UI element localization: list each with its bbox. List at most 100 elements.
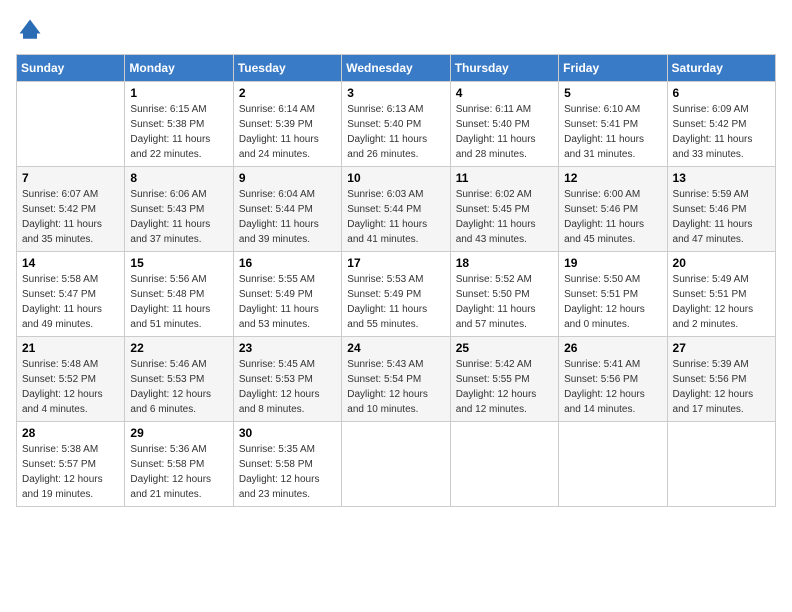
calendar-cell: 29 Sunrise: 5:36 AMSunset: 5:58 PMDayligh… (125, 422, 233, 507)
day-info: Sunrise: 6:06 AMSunset: 5:43 PMDaylight:… (130, 187, 227, 247)
day-of-week-header: Saturday (667, 55, 775, 82)
day-info: Sunrise: 5:59 AMSunset: 5:46 PMDaylight:… (673, 187, 770, 247)
day-number: 6 (673, 86, 770, 100)
day-info: Sunrise: 6:10 AMSunset: 5:41 PMDaylight:… (564, 102, 661, 162)
day-number: 2 (239, 86, 336, 100)
day-number: 10 (347, 171, 444, 185)
day-of-week-header: Tuesday (233, 55, 341, 82)
day-info: Sunrise: 5:50 AMSunset: 5:51 PMDaylight:… (564, 272, 661, 332)
day-info: Sunrise: 5:52 AMSunset: 5:50 PMDaylight:… (456, 272, 553, 332)
day-number: 3 (347, 86, 444, 100)
day-number: 27 (673, 341, 770, 355)
day-info: Sunrise: 5:56 AMSunset: 5:48 PMDaylight:… (130, 272, 227, 332)
day-of-week-header: Sunday (17, 55, 125, 82)
day-number: 9 (239, 171, 336, 185)
day-number: 24 (347, 341, 444, 355)
day-info: Sunrise: 5:35 AMSunset: 5:58 PMDaylight:… (239, 442, 336, 502)
calendar-cell: 26Sunrise: 5:41 AMSunset: 5:56 PMDayligh… (559, 337, 667, 422)
day-of-week-header: Monday (125, 55, 233, 82)
calendar-cell: 23 Sunrise: 5:45 AMSunset: 5:53 PMDayligh… (233, 337, 341, 422)
calendar-cell (342, 422, 450, 507)
day-number: 13 (673, 171, 770, 185)
day-info: Sunrise: 5:58 AMSunset: 5:47 PMDaylight:… (22, 272, 119, 332)
day-number: 16 (239, 256, 336, 270)
day-info: Sunrise: 5:45 AMSunset: 5:53 PMDaylight:… (239, 357, 336, 417)
day-info: Sunrise: 5:36 AMSunset: 5:58 PMDaylight:… (130, 442, 227, 502)
calendar-cell (450, 422, 558, 507)
day-info: Sunrise: 6:13 AMSunset: 5:40 PMDaylight:… (347, 102, 444, 162)
day-info: Sunrise: 5:39 AMSunset: 5:56 PMDaylight:… (673, 357, 770, 417)
calendar-cell: 8 Sunrise: 6:06 AMSunset: 5:43 PMDaylight… (125, 167, 233, 252)
calendar-cell: 11Sunrise: 6:02 AMSunset: 5:45 PMDayligh… (450, 167, 558, 252)
calendar-cell: 21 Sunrise: 5:48 AMSunset: 5:52 PMDayligh… (17, 337, 125, 422)
day-number: 18 (456, 256, 553, 270)
calendar-cell: 7Sunrise: 6:07 AMSunset: 5:42 PMDaylight… (17, 167, 125, 252)
day-number: 25 (456, 341, 553, 355)
calendar-cell: 25 Sunrise: 5:42 AMSunset: 5:55 PMDayligh… (450, 337, 558, 422)
logo (16, 16, 48, 44)
day-number: 30 (239, 426, 336, 440)
day-number: 22 (130, 341, 227, 355)
day-number: 21 (22, 341, 119, 355)
calendar-week-row: 1Sunrise: 6:15 AMSunset: 5:38 PMDaylight… (17, 82, 776, 167)
day-number: 29 (130, 426, 227, 440)
day-number: 4 (456, 86, 553, 100)
day-info: Sunrise: 5:46 AMSunset: 5:53 PMDaylight:… (130, 357, 227, 417)
day-info: Sunrise: 6:04 AMSunset: 5:44 PMDaylight:… (239, 187, 336, 247)
day-info: Sunrise: 5:48 AMSunset: 5:52 PMDaylight:… (22, 357, 119, 417)
day-number: 15 (130, 256, 227, 270)
calendar-cell: 9 Sunrise: 6:04 AMSunset: 5:44 PMDaylight… (233, 167, 341, 252)
calendar-cell: 3 Sunrise: 6:13 AMSunset: 5:40 PMDaylight… (342, 82, 450, 167)
calendar-cell: 20Sunrise: 5:49 AMSunset: 5:51 PMDayligh… (667, 252, 775, 337)
calendar-week-row: 21 Sunrise: 5:48 AMSunset: 5:52 PMDayligh… (17, 337, 776, 422)
calendar-cell: 16 Sunrise: 5:55 AMSunset: 5:49 PMDayligh… (233, 252, 341, 337)
day-info: Sunrise: 6:15 AMSunset: 5:38 PMDaylight:… (130, 102, 227, 162)
calendar-cell: 22 Sunrise: 5:46 AMSunset: 5:53 PMDayligh… (125, 337, 233, 422)
day-info: Sunrise: 6:03 AMSunset: 5:44 PMDaylight:… (347, 187, 444, 247)
day-number: 5 (564, 86, 661, 100)
day-info: Sunrise: 5:53 AMSunset: 5:49 PMDaylight:… (347, 272, 444, 332)
day-number: 14 (22, 256, 119, 270)
page-header (16, 16, 776, 44)
calendar-cell: 18 Sunrise: 5:52 AMSunset: 5:50 PMDayligh… (450, 252, 558, 337)
day-of-week-header: Wednesday (342, 55, 450, 82)
day-number: 23 (239, 341, 336, 355)
logo-icon (16, 16, 44, 44)
calendar-week-row: 7Sunrise: 6:07 AMSunset: 5:42 PMDaylight… (17, 167, 776, 252)
calendar-cell: 10 Sunrise: 6:03 AMSunset: 5:44 PMDayligh… (342, 167, 450, 252)
day-info: Sunrise: 5:42 AMSunset: 5:55 PMDaylight:… (456, 357, 553, 417)
day-number: 17 (347, 256, 444, 270)
day-info: Sunrise: 6:00 AMSunset: 5:46 PMDaylight:… (564, 187, 661, 247)
calendar-cell: 30 Sunrise: 5:35 AMSunset: 5:58 PMDayligh… (233, 422, 341, 507)
calendar-week-row: 28 Sunrise: 5:38 AMSunset: 5:57 PMDayligh… (17, 422, 776, 507)
calendar-cell: 1Sunrise: 6:15 AMSunset: 5:38 PMDaylight… (125, 82, 233, 167)
calendar-cell: 14 Sunrise: 5:58 AMSunset: 5:47 PMDayligh… (17, 252, 125, 337)
day-of-week-header: Thursday (450, 55, 558, 82)
day-number: 12 (564, 171, 661, 185)
calendar-body: 1Sunrise: 6:15 AMSunset: 5:38 PMDaylight… (17, 82, 776, 507)
day-number: 8 (130, 171, 227, 185)
calendar-table: SundayMondayTuesdayWednesdayThursdayFrid… (16, 54, 776, 507)
calendar-header-row: SundayMondayTuesdayWednesdayThursdayFrid… (17, 55, 776, 82)
calendar-cell (559, 422, 667, 507)
day-info: Sunrise: 5:41 AMSunset: 5:56 PMDaylight:… (564, 357, 661, 417)
day-info: Sunrise: 5:49 AMSunset: 5:51 PMDaylight:… (673, 272, 770, 332)
calendar-cell: 2Sunrise: 6:14 AMSunset: 5:39 PMDaylight… (233, 82, 341, 167)
day-info: Sunrise: 5:38 AMSunset: 5:57 PMDaylight:… (22, 442, 119, 502)
day-info: Sunrise: 5:43 AMSunset: 5:54 PMDaylight:… (347, 357, 444, 417)
calendar-cell: 13 Sunrise: 5:59 AMSunset: 5:46 PMDayligh… (667, 167, 775, 252)
day-number: 11 (456, 171, 553, 185)
calendar-cell: 24 Sunrise: 5:43 AMSunset: 5:54 PMDayligh… (342, 337, 450, 422)
day-of-week-header: Friday (559, 55, 667, 82)
day-number: 19 (564, 256, 661, 270)
calendar-cell: 17 Sunrise: 5:53 AMSunset: 5:49 PMDayligh… (342, 252, 450, 337)
calendar-cell: 15 Sunrise: 5:56 AMSunset: 5:48 PMDayligh… (125, 252, 233, 337)
day-info: Sunrise: 5:55 AMSunset: 5:49 PMDaylight:… (239, 272, 336, 332)
day-number: 7 (22, 171, 119, 185)
day-info: Sunrise: 6:11 AMSunset: 5:40 PMDaylight:… (456, 102, 553, 162)
calendar-cell: 6Sunrise: 6:09 AMSunset: 5:42 PMDaylight… (667, 82, 775, 167)
calendar-cell: 12 Sunrise: 6:00 AMSunset: 5:46 PMDayligh… (559, 167, 667, 252)
calendar-cell: 4 Sunrise: 6:11 AMSunset: 5:40 PMDaylight… (450, 82, 558, 167)
day-number: 28 (22, 426, 119, 440)
calendar-cell: 5 Sunrise: 6:10 AMSunset: 5:41 PMDaylight… (559, 82, 667, 167)
